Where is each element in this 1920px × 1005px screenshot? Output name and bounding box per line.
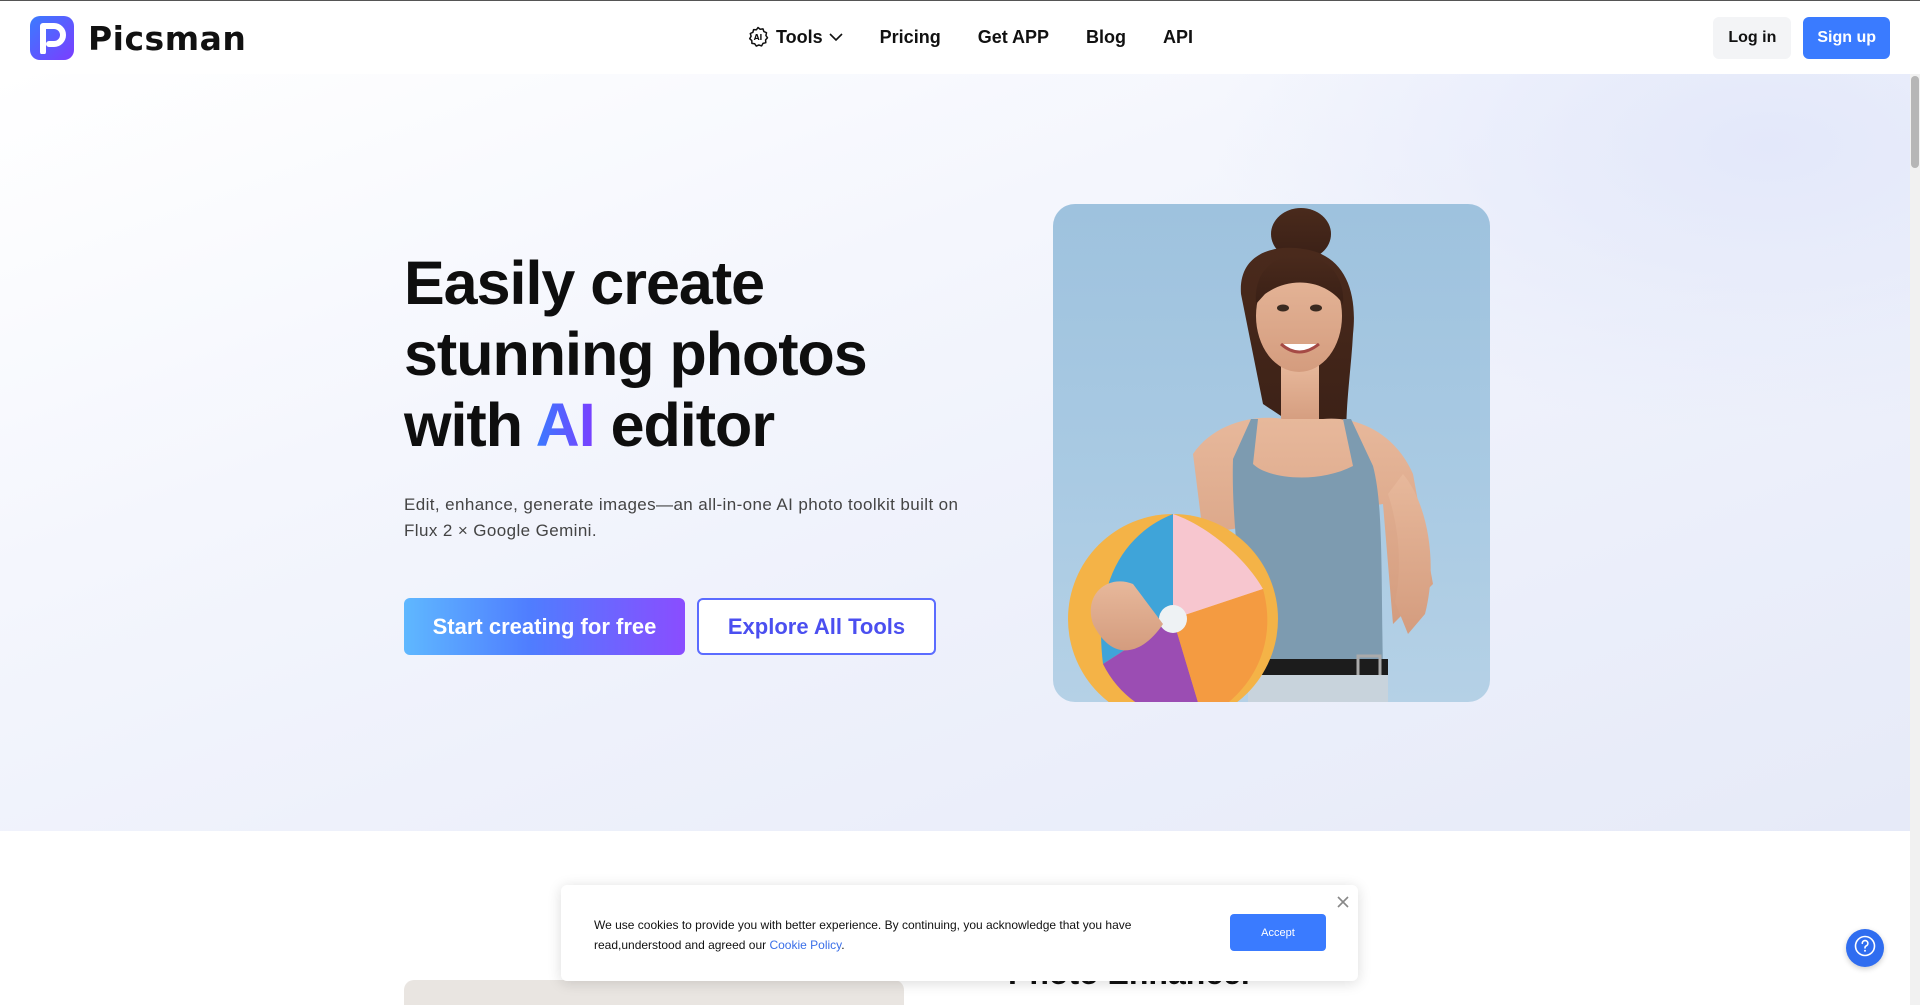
- nav-item-api[interactable]: API: [1163, 27, 1193, 48]
- ai-chip-icon: AI: [746, 25, 770, 49]
- woman-with-beach-ball-illustration: [1068, 208, 1433, 702]
- cookie-message: We use cookies to provide you with bette…: [594, 915, 1154, 955]
- nav-item-blog[interactable]: Blog: [1086, 27, 1126, 48]
- question-mark-icon: [1853, 934, 1877, 963]
- hero-subtext: Edit, enhance, generate images—an all-in…: [404, 495, 959, 540]
- svg-text:AI: AI: [754, 33, 763, 42]
- scrollbar-thumb[interactable]: [1911, 76, 1919, 168]
- help-button[interactable]: [1846, 929, 1884, 967]
- nav-item-tools[interactable]: AI Tools: [746, 25, 843, 49]
- start-creating-button[interactable]: Start creating for free: [404, 598, 685, 655]
- nav-item-get-app[interactable]: Get APP: [978, 27, 1049, 48]
- headline-prefix: with: [404, 391, 536, 459]
- top-navigation-bar: Picsman AI Tools Pricing Get APP Blog AP…: [0, 0, 1920, 74]
- chevron-down-icon: [829, 32, 843, 42]
- close-icon[interactable]: [1335, 894, 1351, 910]
- page-scrollbar[interactable]: [1910, 74, 1920, 1005]
- nav-item-pricing[interactable]: Pricing: [880, 27, 941, 48]
- hero-section: Easily create stunning photos with AI ed…: [0, 74, 1910, 831]
- main-nav: AI Tools Pricing Get APP Blog API: [746, 25, 1193, 49]
- headline-suffix: editor: [594, 391, 775, 459]
- cookie-text-end: .: [841, 938, 845, 952]
- cookie-banner: We use cookies to provide you with bette…: [561, 885, 1358, 981]
- brand-name: Picsman: [88, 18, 247, 58]
- cookie-policy-link[interactable]: Cookie Policy: [769, 938, 841, 952]
- accept-cookies-button[interactable]: Accept: [1230, 914, 1326, 951]
- brand-logo[interactable]: Picsman: [30, 16, 246, 60]
- headline-line-1: Easily create: [404, 249, 765, 317]
- headline-accent: AI: [535, 391, 596, 459]
- hero-headline: Easily create stunning photos with AI ed…: [404, 248, 924, 461]
- hero-cta-group: Start creating for free Explore All Tool…: [404, 598, 936, 655]
- login-button[interactable]: Log in: [1713, 17, 1792, 59]
- auth-buttons: Log in Sign up: [1713, 17, 1890, 59]
- nav-label-tools: Tools: [776, 26, 823, 47]
- feature-preview-image: [404, 980, 904, 1005]
- cookie-text: We use cookies to provide you with bette…: [594, 918, 1132, 952]
- hero-photo: [1053, 204, 1490, 702]
- picsman-logo-icon: [30, 16, 74, 60]
- headline-line-2: stunning photos: [404, 320, 868, 388]
- explore-all-tools-button[interactable]: Explore All Tools: [697, 598, 936, 655]
- signup-button[interactable]: Sign up: [1803, 17, 1890, 59]
